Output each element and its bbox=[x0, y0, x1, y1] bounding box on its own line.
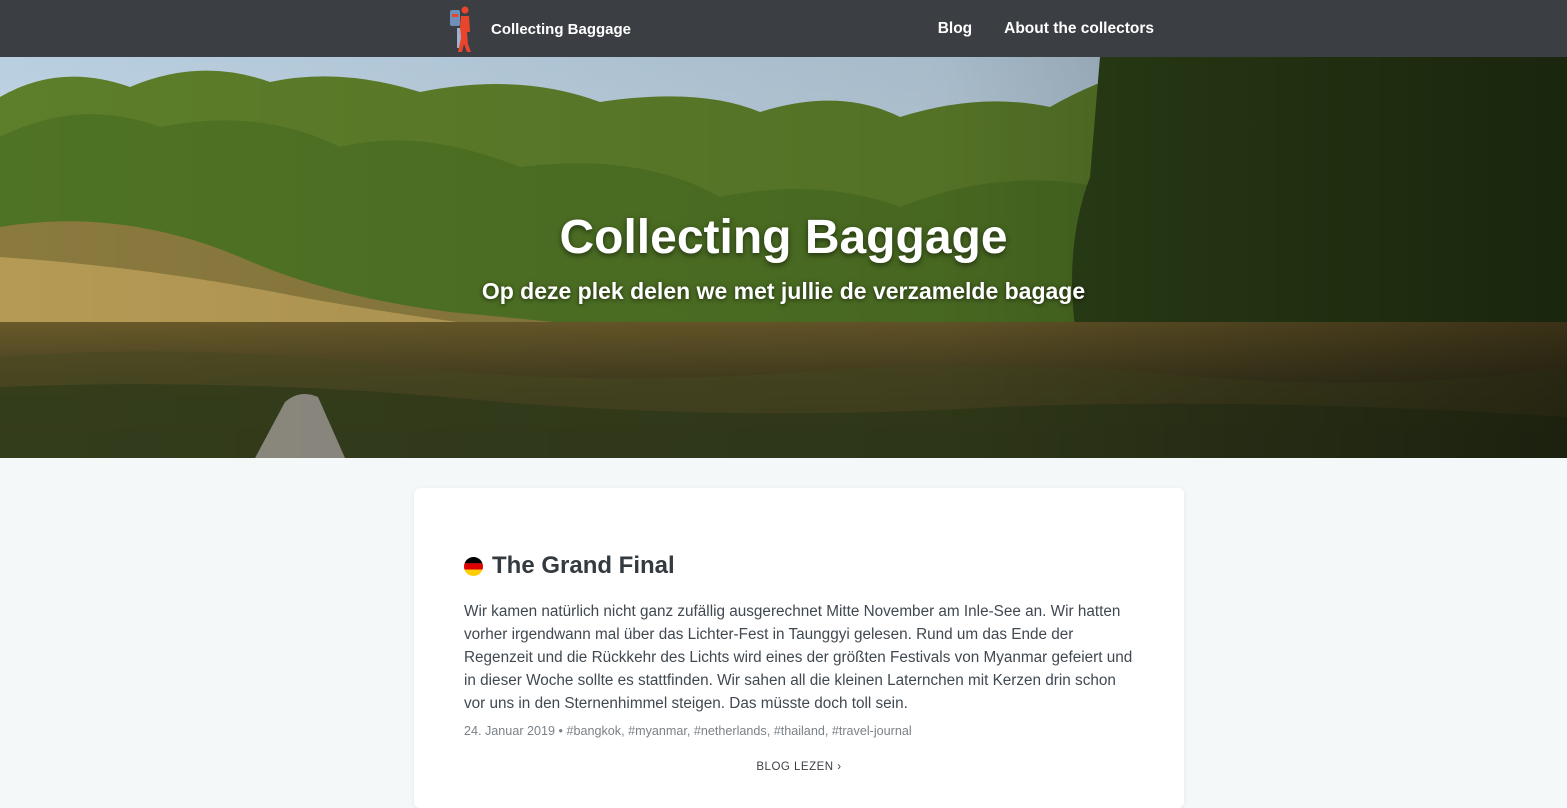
hero-banner: Collecting Baggage Op deze plek delen we… bbox=[0, 57, 1567, 458]
traveler-logo-icon bbox=[450, 6, 471, 52]
post-card: The Grand Final Wir kamen natürlich nich… bbox=[414, 488, 1184, 808]
hero-subtitle: Op deze plek delen we met jullie de verz… bbox=[481, 278, 1086, 304]
post-date: 24. Januar 2019 bbox=[464, 724, 556, 738]
nav-link-blog[interactable]: Blog bbox=[938, 20, 972, 38]
tag-link[interactable]: #bangkok, bbox=[566, 724, 624, 738]
main-nav: Blog About the collectors bbox=[938, 0, 1154, 57]
post-excerpt: Wir kamen natürlich nicht ganz zufällig … bbox=[464, 603, 1133, 712]
brand-link[interactable]: Collecting Baggage bbox=[447, 4, 631, 54]
tag-link[interactable]: #myanmar, bbox=[628, 724, 690, 738]
germany-flag-icon bbox=[464, 556, 483, 576]
brand-name: Collecting Baggage bbox=[491, 20, 632, 38]
tag-link[interactable]: #netherlands, bbox=[694, 724, 770, 738]
hero-title: Collecting Baggage bbox=[559, 211, 1008, 264]
meta-separator: • bbox=[558, 724, 563, 738]
post-title[interactable]: The Grand Final bbox=[492, 552, 675, 580]
post-header: The Grand Final bbox=[464, 552, 675, 580]
read-more-link[interactable]: BLOG LEZEN › bbox=[414, 761, 1184, 773]
nav-link-about[interactable]: About the collectors bbox=[1004, 20, 1154, 38]
navbar: Collecting Baggage Blog About the collec… bbox=[0, 0, 1567, 57]
post-meta: 24. Januar 2019 • #bangkok, #myanmar, #n… bbox=[464, 724, 912, 738]
tag-link[interactable]: #thailand, bbox=[774, 724, 829, 738]
tag-link[interactable]: #travel-journal bbox=[832, 724, 912, 738]
